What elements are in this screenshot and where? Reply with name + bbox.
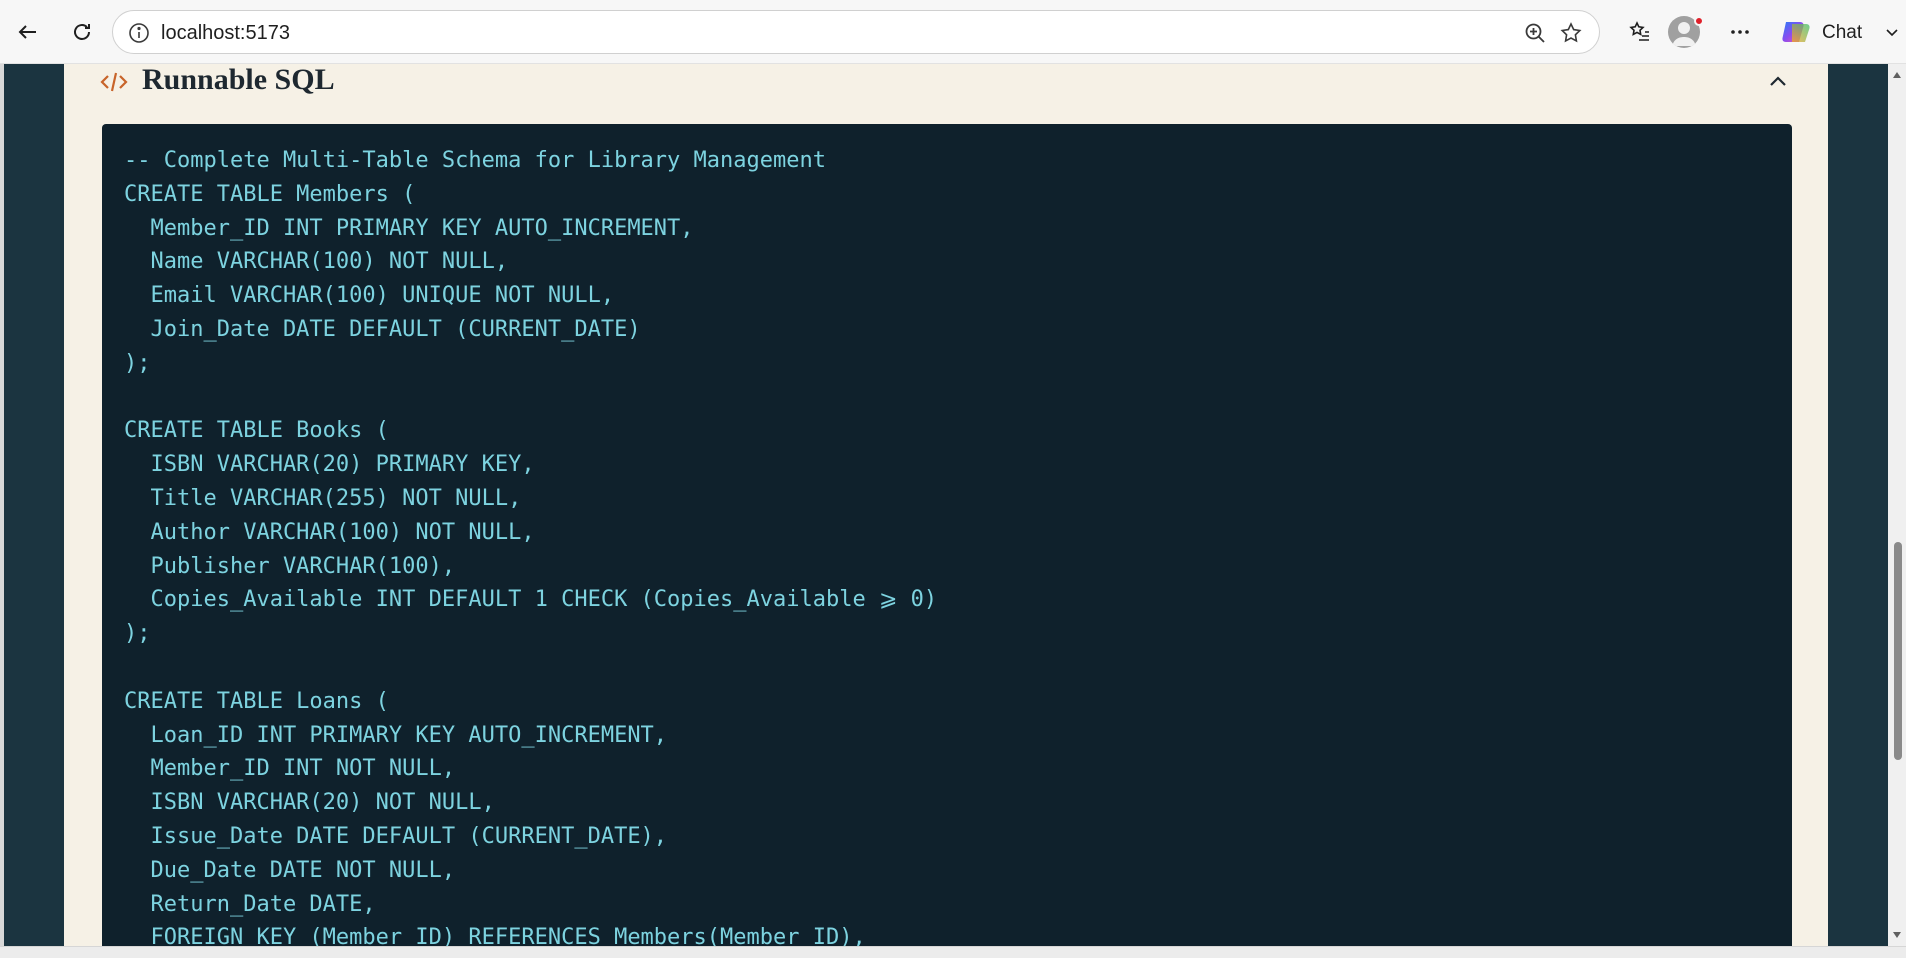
reload-icon[interactable] <box>64 14 100 50</box>
code-line: Publisher VARCHAR(100), <box>124 553 456 579</box>
code-icon <box>100 72 128 92</box>
code-line: Loan_ID INT PRIMARY KEY AUTO_INCREMENT, <box>124 722 668 748</box>
scrollbar-thumb[interactable] <box>1894 542 1902 760</box>
code-line: ); <box>124 621 151 647</box>
code-line: Author VARCHAR(100) NOT NULL, <box>124 519 535 545</box>
browser-toolbar: localhost:5173 Chat <box>0 0 1906 64</box>
page-background: Runnable SQL -- Complete Multi-Table Sch… <box>0 64 1906 946</box>
code-line: CREATE TABLE Loans ( <box>124 688 389 714</box>
url-text[interactable]: localhost:5173 <box>161 22 290 45</box>
more-icon[interactable] <box>1722 14 1758 50</box>
page-left-edge <box>0 64 4 946</box>
code-line: ISBN VARCHAR(20) PRIMARY KEY, <box>124 452 535 478</box>
scroll-down-icon[interactable] <box>1892 930 1902 940</box>
scroll-up-icon[interactable] <box>1892 70 1902 80</box>
runnable-sql-card: Runnable SQL -- Complete Multi-Table Sch… <box>64 64 1828 946</box>
chevron-up-icon[interactable] <box>1764 68 1792 96</box>
code-line: Due_Date DATE NOT NULL, <box>124 857 456 883</box>
code-line: CREATE TABLE Books ( <box>124 418 389 444</box>
code-line: Join_Date DATE DEFAULT (CURRENT_DATE) <box>124 316 641 342</box>
code-line: Issue_Date DATE DEFAULT (CURRENT_DATE), <box>124 823 668 849</box>
card-header[interactable]: Runnable SQL <box>64 64 1828 120</box>
code-line: Return_Date DATE, <box>124 891 376 917</box>
scrollbar[interactable] <box>1888 64 1906 946</box>
copilot-icon[interactable] <box>1778 14 1814 50</box>
code-line: Copies_Available INT DEFAULT 1 CHECK (Co… <box>124 587 938 613</box>
notification-dot <box>1694 16 1704 26</box>
code-line: Member_ID INT NOT NULL, <box>124 756 456 782</box>
code-line: ISBN VARCHAR(20) NOT NULL, <box>124 790 495 816</box>
address-bar[interactable]: localhost:5173 <box>112 10 1600 54</box>
star-icon[interactable] <box>1559 21 1583 45</box>
favorites-list-icon[interactable] <box>1622 14 1658 50</box>
chat-label[interactable]: Chat <box>1822 22 1862 44</box>
sql-code-block[interactable]: -- Complete Multi-Table Schema for Libra… <box>102 124 1792 946</box>
code-line: ); <box>124 350 151 376</box>
code-line: FOREIGN KEY (Member_ID) REFERENCES Membe… <box>124 925 866 946</box>
code-line: Name VARCHAR(100) NOT NULL, <box>124 249 509 275</box>
zoom-in-icon[interactable] <box>1523 21 1547 45</box>
section-title: Runnable SQL <box>142 64 335 96</box>
code-line: -- Complete Multi-Table Schema for Libra… <box>124 148 826 173</box>
back-arrow-icon[interactable] <box>10 14 46 50</box>
sql-code: -- Complete Multi-Table Schema for Libra… <box>124 144 937 946</box>
code-line: CREATE TABLE Members ( <box>124 181 416 207</box>
info-icon[interactable] <box>127 21 151 45</box>
code-line: Email VARCHAR(100) UNIQUE NOT NULL, <box>124 283 615 309</box>
window-bottom-edge <box>0 946 1906 958</box>
code-line: Title VARCHAR(255) NOT NULL, <box>124 485 522 511</box>
code-line: Member_ID INT PRIMARY KEY AUTO_INCREMENT… <box>124 215 694 241</box>
chevron-down-icon[interactable] <box>1884 24 1900 40</box>
